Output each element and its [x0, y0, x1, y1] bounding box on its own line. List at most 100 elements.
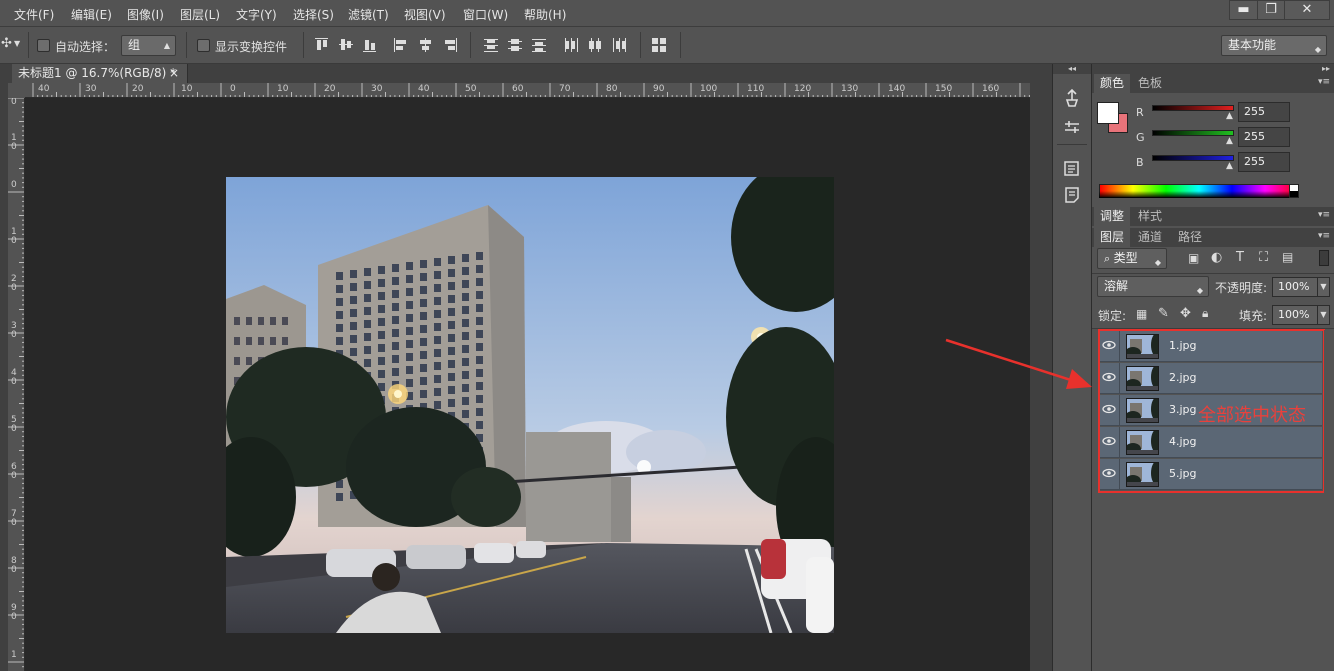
- lock-transparency-icon[interactable]: ▦: [1136, 307, 1147, 321]
- distribute-top-icon[interactable]: [483, 37, 499, 53]
- green-value-field[interactable]: 255: [1238, 127, 1290, 147]
- menu-window[interactable]: 窗口(W): [463, 6, 508, 23]
- document-tab[interactable]: 未标题1 @ 16.7%(RGB/8) * ×: [12, 64, 188, 83]
- menu-layer[interactable]: 图层(L): [180, 6, 220, 23]
- blue-slider[interactable]: [1152, 155, 1234, 161]
- ruler-label: 7 0: [11, 509, 17, 528]
- menu-filter[interactable]: 滤镜(T): [348, 6, 389, 23]
- adjustment-filter-icon[interactable]: ◐: [1211, 250, 1222, 265]
- align-hcenter-icon[interactable]: [418, 37, 434, 53]
- fill-arrow-icon[interactable]: ▼: [1317, 305, 1330, 325]
- menu-edit[interactable]: 编辑(E): [71, 6, 112, 23]
- image-filter-icon[interactable]: ▣: [1188, 251, 1199, 265]
- ruler-label: 40: [418, 84, 430, 94]
- panel-menu-icon[interactable]: ▾≡: [1318, 77, 1330, 87]
- ruler-label: 100: [700, 84, 718, 94]
- align-bottom-icon[interactable]: [362, 37, 378, 53]
- ruler-horizontal[interactable]: 40 30 20 10 0 10 20 30 40 50 60 70 80 90…: [25, 83, 1030, 98]
- panel-dock-top: ▸▸: [1092, 64, 1334, 74]
- distribute-bottom-icon[interactable]: [531, 37, 547, 53]
- auto-align-icon[interactable]: [651, 37, 667, 53]
- foreground-color-swatch-front[interactable]: [1097, 102, 1119, 124]
- auto-select-dropdown[interactable]: 组 ▲: [121, 35, 176, 56]
- menu-type[interactable]: 文字(Y): [236, 6, 277, 23]
- opacity-field[interactable]: 100%: [1272, 277, 1318, 297]
- document-canvas-image[interactable]: [226, 177, 834, 633]
- fill-field[interactable]: 100%: [1272, 305, 1318, 325]
- align-vcenter-icon[interactable]: [338, 37, 354, 53]
- blend-mode-dropdown[interactable]: 溶解 ◆: [1097, 276, 1209, 297]
- properties-icon[interactable]: [1063, 160, 1081, 178]
- restore-button[interactable]: ❐: [1257, 0, 1285, 20]
- ruler-label: 2 0: [11, 274, 17, 293]
- brush-settings-icon[interactable]: [1063, 118, 1081, 138]
- move-tool-icon[interactable]: ✣: [1, 36, 12, 51]
- ruler-label: 80: [606, 84, 618, 94]
- lock-pixels-icon[interactable]: ✎: [1158, 306, 1169, 321]
- workspace-dropdown[interactable]: 基本功能 ◆: [1221, 35, 1327, 56]
- ruler-vertical[interactable]: 0 1 0 0 1 0 2 0 3 0 4 0 5 0 6 0 7 0 8 0 …: [8, 98, 25, 671]
- notes-icon[interactable]: [1063, 186, 1081, 204]
- tab-styles[interactable]: 样式: [1132, 207, 1168, 226]
- menu-help[interactable]: 帮助(H): [524, 6, 566, 23]
- distribute-hcenter-icon[interactable]: [587, 37, 603, 53]
- collapse-icon[interactable]: ▸▸: [1322, 64, 1330, 74]
- align-right-icon[interactable]: [442, 37, 458, 53]
- ruler-origin[interactable]: [8, 83, 25, 98]
- shape-filter-icon[interactable]: ⛶: [1259, 250, 1268, 265]
- menu-image[interactable]: 图像(I): [127, 6, 164, 23]
- blue-value-field[interactable]: 255: [1238, 152, 1290, 172]
- auto-select-checkbox[interactable]: [37, 39, 50, 52]
- divider: [28, 32, 29, 58]
- type-filter-icon[interactable]: T: [1236, 250, 1244, 265]
- channel-b-label: B: [1136, 156, 1144, 169]
- divider: [186, 32, 187, 58]
- align-top-icon[interactable]: [314, 37, 330, 53]
- slider-handle-icon[interactable]: ▲: [1226, 136, 1233, 146]
- panel-menu-icon[interactable]: ▾≡: [1318, 210, 1330, 220]
- smart-object-filter-icon[interactable]: ▤: [1282, 250, 1293, 264]
- align-left-icon[interactable]: [393, 37, 409, 53]
- filter-toggle[interactable]: [1319, 250, 1329, 266]
- menu-view[interactable]: 视图(V): [404, 6, 446, 23]
- lock-all-icon[interactable]: 🔒︎: [1202, 306, 1208, 321]
- panel-menu-icon[interactable]: ▾≡: [1318, 231, 1330, 241]
- tool-preset-arrow-icon[interactable]: ▼: [14, 39, 20, 48]
- black-white-swatch[interactable]: [1289, 184, 1299, 198]
- collapse-icon[interactable]: ◂◂: [1053, 64, 1091, 74]
- distribute-vcenter-icon[interactable]: [507, 37, 523, 53]
- layer-filter-dropdown[interactable]: ⌕ 类型 ◆: [1097, 248, 1167, 269]
- close-button[interactable]: ✕: [1284, 0, 1330, 20]
- tab-channels[interactable]: 通道: [1132, 228, 1168, 247]
- layers-panel-header: 图层 通道 路径 ▾≡: [1092, 228, 1334, 247]
- distribute-right-icon[interactable]: [611, 37, 627, 53]
- show-transform-checkbox[interactable]: [197, 39, 210, 52]
- tab-paths[interactable]: 路径: [1172, 228, 1208, 247]
- slider-handle-icon[interactable]: ▲: [1226, 161, 1233, 171]
- ruler-label: 20: [324, 84, 336, 94]
- tab-swatches[interactable]: 色板: [1132, 74, 1168, 93]
- history-brush-icon[interactable]: [1063, 88, 1081, 108]
- menu-select[interactable]: 选择(S): [293, 6, 334, 23]
- distribute-left-icon[interactable]: [563, 37, 579, 53]
- red-value-field[interactable]: 255: [1238, 102, 1290, 122]
- chevron-updown-icon: ▲: [163, 41, 170, 50]
- layers-scroll-track[interactable]: [1324, 330, 1334, 671]
- red-slider[interactable]: [1152, 105, 1234, 111]
- ruler-label: 1 0: [11, 227, 17, 246]
- tab-layers[interactable]: 图层: [1094, 228, 1131, 247]
- ruler-label: 90: [653, 84, 665, 94]
- minimize-button[interactable]: ▬: [1229, 0, 1258, 20]
- fill-label: 填充:: [1239, 309, 1268, 323]
- green-slider[interactable]: [1152, 130, 1234, 136]
- lock-position-icon[interactable]: ✥: [1180, 306, 1191, 321]
- close-tab-icon[interactable]: ×: [169, 64, 179, 82]
- auto-select-label: 自动选择：: [55, 40, 116, 54]
- menu-file[interactable]: 文件(F): [14, 6, 54, 23]
- tab-adjustments[interactable]: 调整: [1094, 207, 1131, 226]
- opacity-arrow-icon[interactable]: ▼: [1317, 277, 1330, 297]
- slider-handle-icon[interactable]: ▲: [1226, 111, 1233, 121]
- ruler-label: 1 0: [11, 133, 17, 152]
- tab-color[interactable]: 颜色: [1094, 74, 1131, 93]
- street-photo: [226, 177, 834, 633]
